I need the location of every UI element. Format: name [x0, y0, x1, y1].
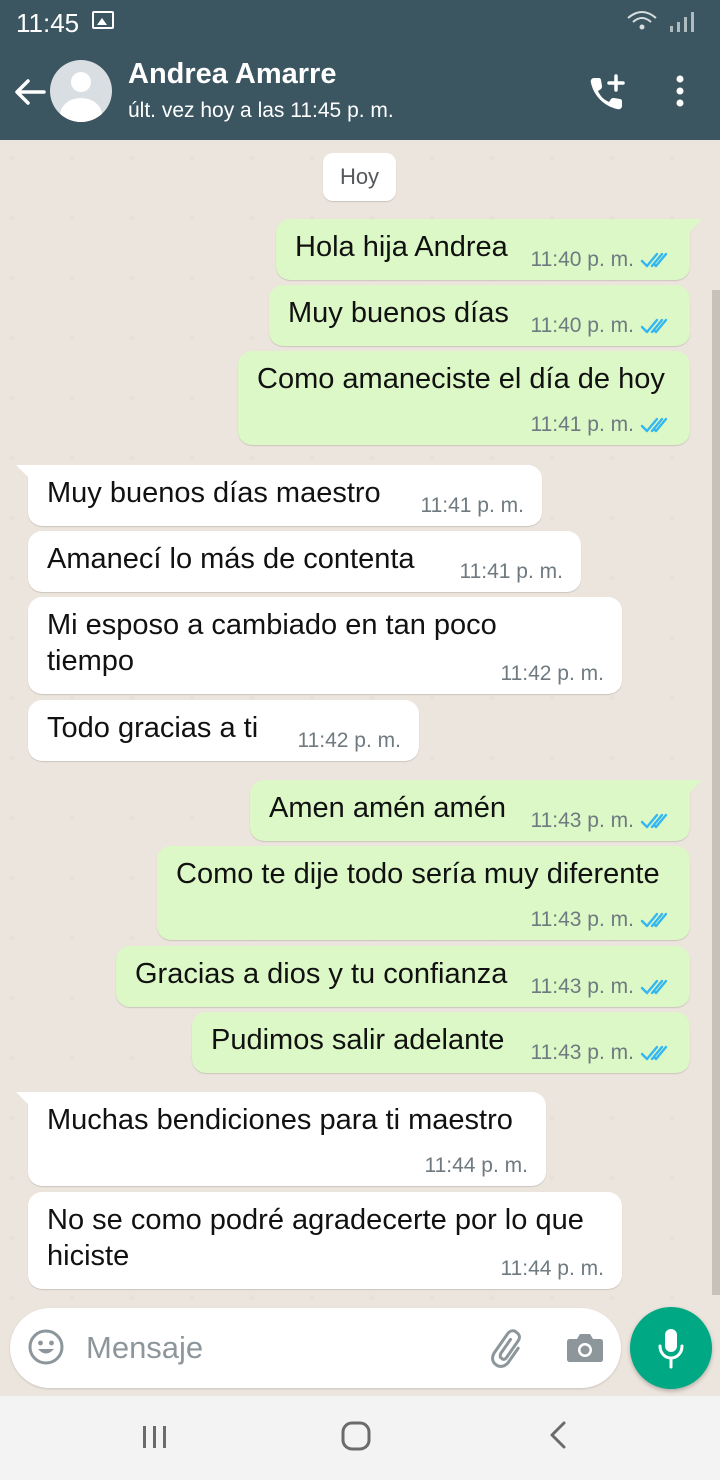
message-meta: 11:44 p. m. — [424, 1154, 528, 1178]
message-time: 11:43 p. m. — [530, 908, 634, 931]
read-receipt-icon — [640, 1045, 668, 1061]
nav-home-icon[interactable] — [340, 1420, 372, 1452]
message-meta: 11:42 p. m. — [297, 729, 401, 753]
microphone-button[interactable] — [630, 1307, 712, 1389]
message-text: Muy buenos días — [288, 297, 509, 329]
message-meta: 11:42 p. m. — [500, 662, 604, 686]
read-receipt-icon — [640, 813, 668, 829]
message-text: Todo gracias a ti — [47, 712, 259, 744]
chat-header: Andrea Amarre últ. vez hoy a las 11:45 p… — [0, 44, 720, 140]
message-time: 11:41 p. m. — [459, 560, 563, 583]
message-time: 11:44 p. m. — [500, 1257, 604, 1280]
last-seen-status: últ. vez hoy a las 11:45 p. m. — [128, 99, 394, 122]
read-receipt-icon — [640, 417, 668, 433]
message-incoming[interactable]: Mi esposo a cambiado en tan poco tiempo … — [28, 597, 622, 694]
message-meta: 11:40 p. m. — [530, 314, 672, 338]
emoji-icon[interactable] — [27, 1328, 65, 1366]
message-incoming[interactable]: Amanecí lo más de contenta 11:41 p. m. — [28, 531, 581, 592]
message-text: Como amaneciste el día de hoy — [257, 363, 665, 395]
message-meta: 11:41 p. m. — [459, 560, 563, 584]
message-outgoing[interactable]: Muy buenos días 11:40 p. m. — [269, 285, 690, 346]
message-meta: 11:44 p. m. — [500, 1257, 604, 1281]
message-line: No se como podré agradecerte por lo que — [47, 1204, 584, 1236]
message-list[interactable]: Hoy Hola hija Andrea 11:40 p. m. Muy bue… — [0, 140, 720, 1305]
message-time: 11:43 p. m. — [530, 809, 634, 832]
message-text: Amanecí lo más de contenta — [47, 543, 415, 575]
camera-icon[interactable] — [566, 1330, 604, 1364]
message-incoming[interactable]: Muy buenos días maestro 11:41 p. m. — [16, 465, 542, 526]
message-meta: 11:43 p. m. — [530, 975, 672, 999]
message-composer — [10, 1308, 621, 1388]
message-outgoing[interactable]: Pudimos salir adelante 11:43 p. m. — [192, 1012, 690, 1073]
message-time: 11:44 p. m. — [424, 1154, 528, 1177]
message-text: Muchas bendiciones para ti maestro — [47, 1104, 513, 1136]
back-arrow-icon[interactable] — [10, 72, 50, 112]
message-meta: 11:41 p. m. — [530, 413, 672, 437]
date-chip: Hoy — [323, 153, 396, 201]
message-text: Pudimos salir adelante — [211, 1024, 505, 1056]
read-receipt-icon — [640, 912, 668, 928]
message-line: Mi esposo a cambiado en tan poco — [47, 609, 497, 641]
read-receipt-icon — [640, 979, 668, 995]
message-text: Hola hija Andrea — [295, 231, 508, 263]
message-time: 11:43 p. m. — [530, 1041, 634, 1064]
message-meta: 11:43 p. m. — [530, 809, 672, 833]
more-options-icon[interactable] — [668, 72, 692, 112]
message-text: Mi esposo a cambiado en tan poco tiempo — [47, 607, 497, 679]
message-incoming[interactable]: No se como podré agradecerte por lo que … — [28, 1192, 622, 1289]
message-time: 11:40 p. m. — [530, 248, 634, 271]
microphone-icon — [658, 1329, 684, 1369]
nav-back-icon[interactable] — [546, 1420, 570, 1450]
message-text: Gracias a dios y tu confianza — [135, 958, 508, 990]
message-outgoing[interactable]: Como amaneciste el día de hoy 11:41 p. m… — [238, 351, 690, 445]
nav-recents-icon[interactable] — [138, 1422, 172, 1450]
message-text: Muy buenos días maestro — [47, 477, 381, 509]
message-incoming[interactable]: Muchas bendiciones para ti maestro 11:44… — [16, 1092, 546, 1186]
message-text: Amen amén amén — [269, 792, 506, 824]
signal-icon — [627, 11, 694, 32]
message-line: hiciste — [47, 1240, 130, 1272]
system-navigation-bar — [0, 1396, 720, 1480]
message-meta: 11:40 p. m. — [530, 248, 672, 272]
message-outgoing[interactable]: Como te dije todo sería muy diferente 11… — [157, 846, 690, 940]
read-receipt-icon — [640, 252, 668, 268]
status-time: 11:45 — [16, 8, 80, 38]
message-time: 11:41 p. m. — [420, 494, 524, 517]
contact-name[interactable]: Andrea Amarre — [128, 58, 336, 91]
scrollbar[interactable] — [712, 290, 720, 1295]
image-icon — [92, 11, 114, 29]
add-call-icon[interactable] — [586, 72, 628, 114]
message-outgoing[interactable]: Amen amén amén 11:43 p. m. — [250, 780, 702, 841]
message-meta: 11:43 p. m. — [530, 908, 672, 932]
message-time: 11:43 p. m. — [530, 975, 634, 998]
message-time: 11:40 p. m. — [530, 314, 634, 337]
attach-icon[interactable] — [488, 1328, 528, 1368]
message-outgoing[interactable]: Hola hija Andrea 11:40 p. m. — [276, 219, 702, 280]
avatar-icon[interactable] — [50, 60, 112, 122]
read-receipt-icon — [640, 318, 668, 334]
message-outgoing[interactable]: Gracias a dios y tu confianza 11:43 p. m… — [116, 946, 690, 1007]
message-meta: 11:41 p. m. — [420, 494, 524, 518]
message-input[interactable] — [84, 1324, 448, 1372]
message-meta: 11:43 p. m. — [530, 1041, 672, 1065]
status-bar: 11:45 — [0, 0, 720, 44]
message-time: 11:42 p. m. — [297, 729, 401, 752]
message-line: tiempo — [47, 645, 135, 677]
message-incoming[interactable]: Todo gracias a ti 11:42 p. m. — [28, 700, 419, 761]
message-text: Como te dije todo sería muy diferente — [176, 858, 660, 890]
message-time: 11:41 p. m. — [530, 413, 634, 436]
message-time: 11:42 p. m. — [500, 662, 604, 685]
